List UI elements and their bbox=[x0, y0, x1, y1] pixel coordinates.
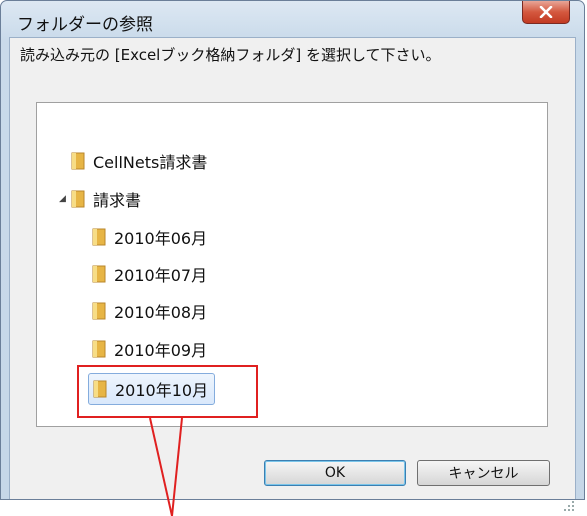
ok-button[interactable]: OK bbox=[264, 460, 406, 486]
resize-grip-icon[interactable] bbox=[563, 500, 575, 512]
cancel-button[interactable]: キャンセル bbox=[417, 460, 550, 486]
ok-button-label: OK bbox=[324, 465, 346, 481]
annotation-callout-line bbox=[149, 417, 183, 516]
cancel-button-label: キャンセル bbox=[448, 466, 519, 482]
